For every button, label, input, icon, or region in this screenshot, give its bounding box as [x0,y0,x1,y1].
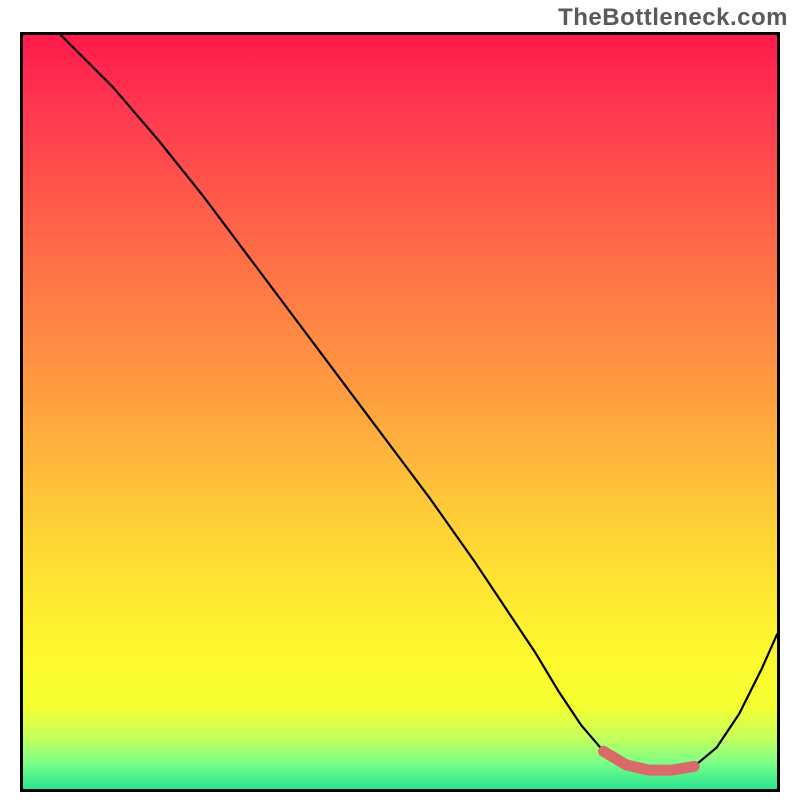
optimal-zone-highlight [604,751,694,770]
watermark-text: TheBottleneck.com [558,4,788,32]
curve-layer [23,35,777,789]
chart-container: TheBottleneck.com [0,0,800,800]
bottleneck-curve [61,35,777,770]
plot-area [20,32,780,792]
